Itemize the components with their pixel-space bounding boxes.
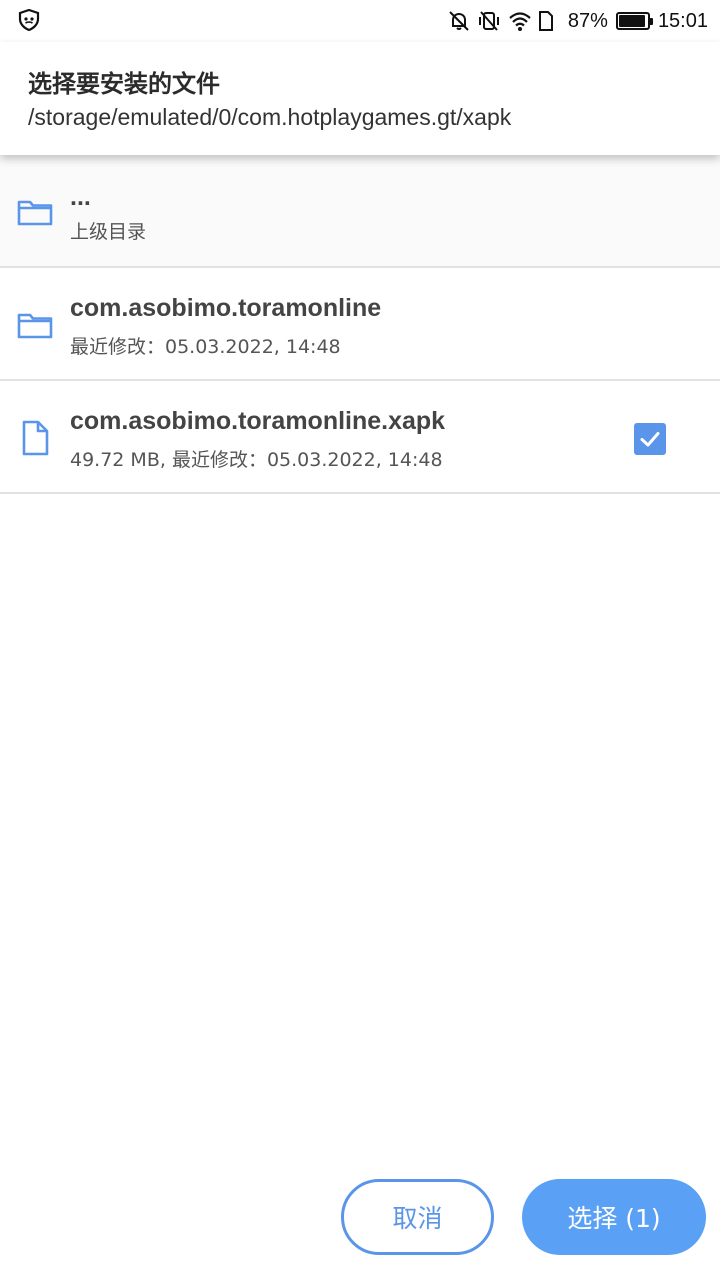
sim-card-icon [538, 10, 560, 32]
mute-icon [448, 10, 470, 32]
file-checkbox[interactable] [634, 423, 666, 455]
vibrate-off-icon [478, 10, 500, 32]
clock: 15:01 [657, 9, 708, 32]
list-item-meta: 最近修改：05.03.2022, 14:48 [70, 336, 341, 358]
list-item-parent-directory[interactable]: ... 上级目录 [0, 155, 720, 268]
folder-icon [16, 306, 54, 344]
status-bar: 87% 15:01 [0, 0, 720, 42]
battery-percentage: 87% [567, 9, 608, 32]
select-button[interactable]: 选择 (1) [522, 1179, 706, 1255]
current-path: /storage/emulated/0/com.hotplaygames.gt/… [28, 104, 512, 130]
cancel-button[interactable]: 取消 [341, 1179, 494, 1255]
page-title: 选择要安装的文件 [28, 70, 220, 98]
file-icon [16, 419, 54, 457]
list-item-name: com.asobimo.toramonline [70, 294, 382, 322]
battery-icon [615, 12, 653, 30]
folder-icon [16, 193, 54, 231]
checkmark-icon [640, 432, 660, 447]
battery-level [618, 15, 646, 27]
wifi-icon [508, 10, 531, 32]
dialog-header: 选择要安装的文件 /storage/emulated/0/com.hotplay… [0, 42, 720, 155]
list-item-file[interactable]: com.asobimo.toramonline.xapk 49.72 MB, 最… [0, 381, 720, 494]
list-item-name: ... [70, 183, 91, 211]
list-item-name: com.asobimo.toramonline.xapk [70, 407, 446, 435]
list-item-meta: 上级目录 [70, 221, 147, 243]
file-list: ... 上级目录 com.asobimo.toramonline 最近修改：05… [0, 155, 720, 494]
list-item-folder[interactable]: com.asobimo.toramonline 最近修改：05.03.2022,… [0, 268, 720, 381]
shield-icon [18, 8, 40, 32]
list-item-meta: 49.72 MB, 最近修改：05.03.2022, 14:48 [70, 449, 443, 471]
